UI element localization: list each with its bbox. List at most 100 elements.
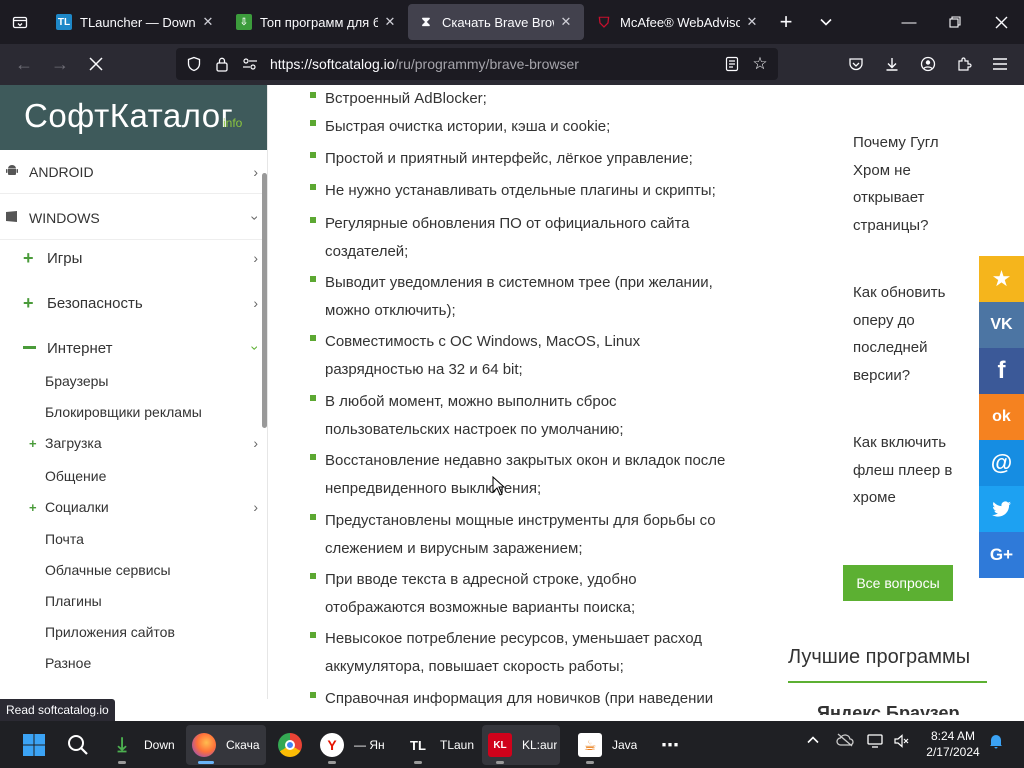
hamburger-menu-icon[interactable]: [984, 48, 1016, 80]
tracking-shield-icon[interactable]: [180, 48, 208, 80]
tlauncher-favicon-icon: TL: [56, 14, 72, 30]
network-icon[interactable]: [867, 733, 885, 753]
volume-muted-icon[interactable]: [893, 733, 909, 753]
notification-bell-icon[interactable]: [988, 733, 1004, 753]
google-plus-icon[interactable]: G+: [979, 532, 1024, 578]
sidebar-subitem-label: Разное: [45, 655, 92, 671]
address-bar[interactable]: https://softcatalog.io/ru/programmy/brav…: [176, 48, 778, 80]
close-tab-icon[interactable]: ✕: [744, 14, 760, 30]
bookmark-star-icon[interactable]: ☆: [746, 48, 774, 80]
sidebar-subitem-plugins[interactable]: Плагины: [0, 587, 262, 615]
sidebar-subitem-misc[interactable]: Разное: [0, 649, 262, 677]
downloads-icon[interactable]: [876, 48, 908, 80]
tray-chevron-up-icon[interactable]: [806, 733, 820, 751]
sidebar-section-games[interactable]: + Игры ›: [0, 238, 262, 278]
sidebar-section-label: Игры: [47, 249, 83, 267]
sidebar-subitem-site-apps[interactable]: Приложения сайтов: [0, 618, 262, 646]
sidebar-subitem-communication[interactable]: Общение: [0, 462, 262, 490]
windows-logo-icon: [23, 734, 45, 756]
sidebar-subitem-download[interactable]: + Загрузка ›: [0, 429, 262, 457]
tab-brave-browser[interactable]: ⧗ Скачать Brave Browser ✕: [408, 4, 584, 40]
tab-overflow-chevron-icon[interactable]: [806, 0, 846, 44]
all-questions-button[interactable]: Все вопросы: [843, 565, 953, 601]
plus-icon: +: [23, 292, 34, 313]
cloud-offline-icon[interactable]: [836, 733, 854, 751]
bullet-icon: [310, 276, 316, 282]
clock-time: 8:24 AM: [930, 729, 976, 743]
twitter-icon[interactable]: [979, 486, 1024, 532]
sidebar-scrollbar[interactable]: [262, 173, 267, 428]
plus-icon: +: [23, 247, 34, 268]
minus-icon: [23, 346, 36, 349]
bullet-icon: [310, 692, 316, 698]
sidebar-subitem-cloud[interactable]: Облачные сервисы: [0, 556, 262, 584]
sidebar-subitem-browsers[interactable]: Браузеры: [0, 367, 262, 395]
taskbar-app-tlauncher[interactable]: TL TLaun: [402, 725, 478, 765]
taskbar-overflow-button[interactable]: ⋯: [652, 725, 688, 765]
tab-mcafee[interactable]: ⛉ McAfee® WebAdvisor ✕: [586, 4, 770, 40]
mail-icon[interactable]: @: [979, 440, 1024, 486]
restore-icon[interactable]: [932, 0, 978, 44]
tab-title: Топ программ для бл: [260, 14, 378, 30]
taskbar-app-chrome[interactable]: [270, 725, 310, 765]
faq-link[interactable]: Почему Гугл Хром не открывает страницы?: [853, 129, 963, 239]
sidebar-subitem-social[interactable]: + Социалки ›: [0, 493, 262, 521]
sidebar-subitem-label: Общение: [45, 468, 107, 484]
account-icon[interactable]: [912, 48, 944, 80]
sidebar-section-security[interactable]: + Безопасность ›: [0, 283, 262, 323]
site-permissions-icon[interactable]: [236, 48, 264, 80]
plus-icon: +: [29, 499, 37, 515]
url-path: /ru/programmy/brave-browser: [394, 56, 579, 72]
sidebar-section-label: Безопасность: [47, 294, 143, 312]
link-status-bar: Read softcatalog.io: [0, 699, 115, 721]
plus-icon: +: [29, 435, 37, 451]
chevron-right-icon: ›: [253, 499, 258, 515]
tab-top-programs[interactable]: ⇩ Топ программ для бл ✕: [226, 4, 408, 40]
facebook-icon[interactable]: f: [979, 348, 1024, 394]
start-button[interactable]: [14, 725, 54, 765]
taskbar-app-firefox[interactable]: Скача: [186, 725, 266, 765]
site-logo[interactable]: СофтКаталог info: [0, 85, 267, 150]
sidebar-section-internet[interactable]: Интернет ›: [0, 328, 264, 368]
close-tab-icon[interactable]: ✕: [200, 14, 216, 30]
new-tab-plus-icon[interactable]: +: [766, 0, 806, 44]
extensions-puzzle-icon[interactable]: [948, 48, 980, 80]
best-program-link[interactable]: Яндекс Браузер: [817, 703, 959, 715]
taskbar-app-klauncher[interactable]: KL KL:aur: [482, 725, 560, 765]
sidebar-subitem-label: Облачные сервисы: [45, 562, 171, 578]
reader-view-icon[interactable]: [718, 48, 746, 80]
minimize-icon[interactable]: —: [886, 0, 932, 44]
tab-list-icon[interactable]: [0, 0, 40, 44]
bullet-icon: [310, 184, 316, 190]
back-arrow-icon[interactable]: ←: [8, 48, 40, 80]
chevron-right-icon: ›: [253, 295, 258, 311]
download-arrow-icon: ⤓: [117, 733, 127, 756]
search-button[interactable]: [58, 725, 98, 765]
tab-tlauncher[interactable]: TL TLauncher — Downloa ✕: [46, 4, 226, 40]
yandex-browser-icon: Y: [320, 733, 344, 757]
forward-arrow-icon[interactable]: →: [44, 48, 76, 80]
faq-link[interactable]: Как включить флеш плеер в хроме: [853, 429, 963, 512]
bullet-icon: [310, 454, 316, 460]
sidebar-item-windows[interactable]: WINDOWS ›: [0, 196, 264, 240]
lock-icon[interactable]: [208, 48, 236, 80]
odnoklassniki-icon[interactable]: ok: [979, 394, 1024, 440]
url-text[interactable]: https://softcatalog.io/ru/programmy/brav…: [270, 56, 718, 72]
vk-icon[interactable]: VK: [979, 302, 1024, 348]
faq-link[interactable]: Как обновить оперу до последней версии?: [853, 279, 963, 389]
taskbar-app-downloads[interactable]: ⤓ Down: [106, 725, 182, 765]
sidebar-subitem-adblockers[interactable]: Блокировщики рекламы: [0, 398, 262, 426]
active-indicator: [198, 761, 214, 764]
taskbar-app-yandex[interactable]: Y — Ян: [316, 725, 392, 765]
stop-loading-icon[interactable]: [80, 48, 112, 80]
sidebar-item-android[interactable]: ANDROID ›: [0, 150, 262, 194]
taskbar-app-java[interactable]: ☕ Java: [572, 725, 648, 765]
star-icon[interactable]: ★: [979, 256, 1024, 302]
bullet-icon: [310, 217, 316, 223]
close-window-icon[interactable]: [978, 0, 1024, 44]
pocket-icon[interactable]: [840, 48, 872, 80]
system-clock[interactable]: 8:24 AM 2/17/2024: [918, 728, 988, 760]
close-tab-icon[interactable]: ✕: [382, 14, 398, 30]
sidebar-subitem-mail[interactable]: Почта: [0, 525, 262, 553]
close-tab-icon[interactable]: ✕: [558, 14, 574, 30]
